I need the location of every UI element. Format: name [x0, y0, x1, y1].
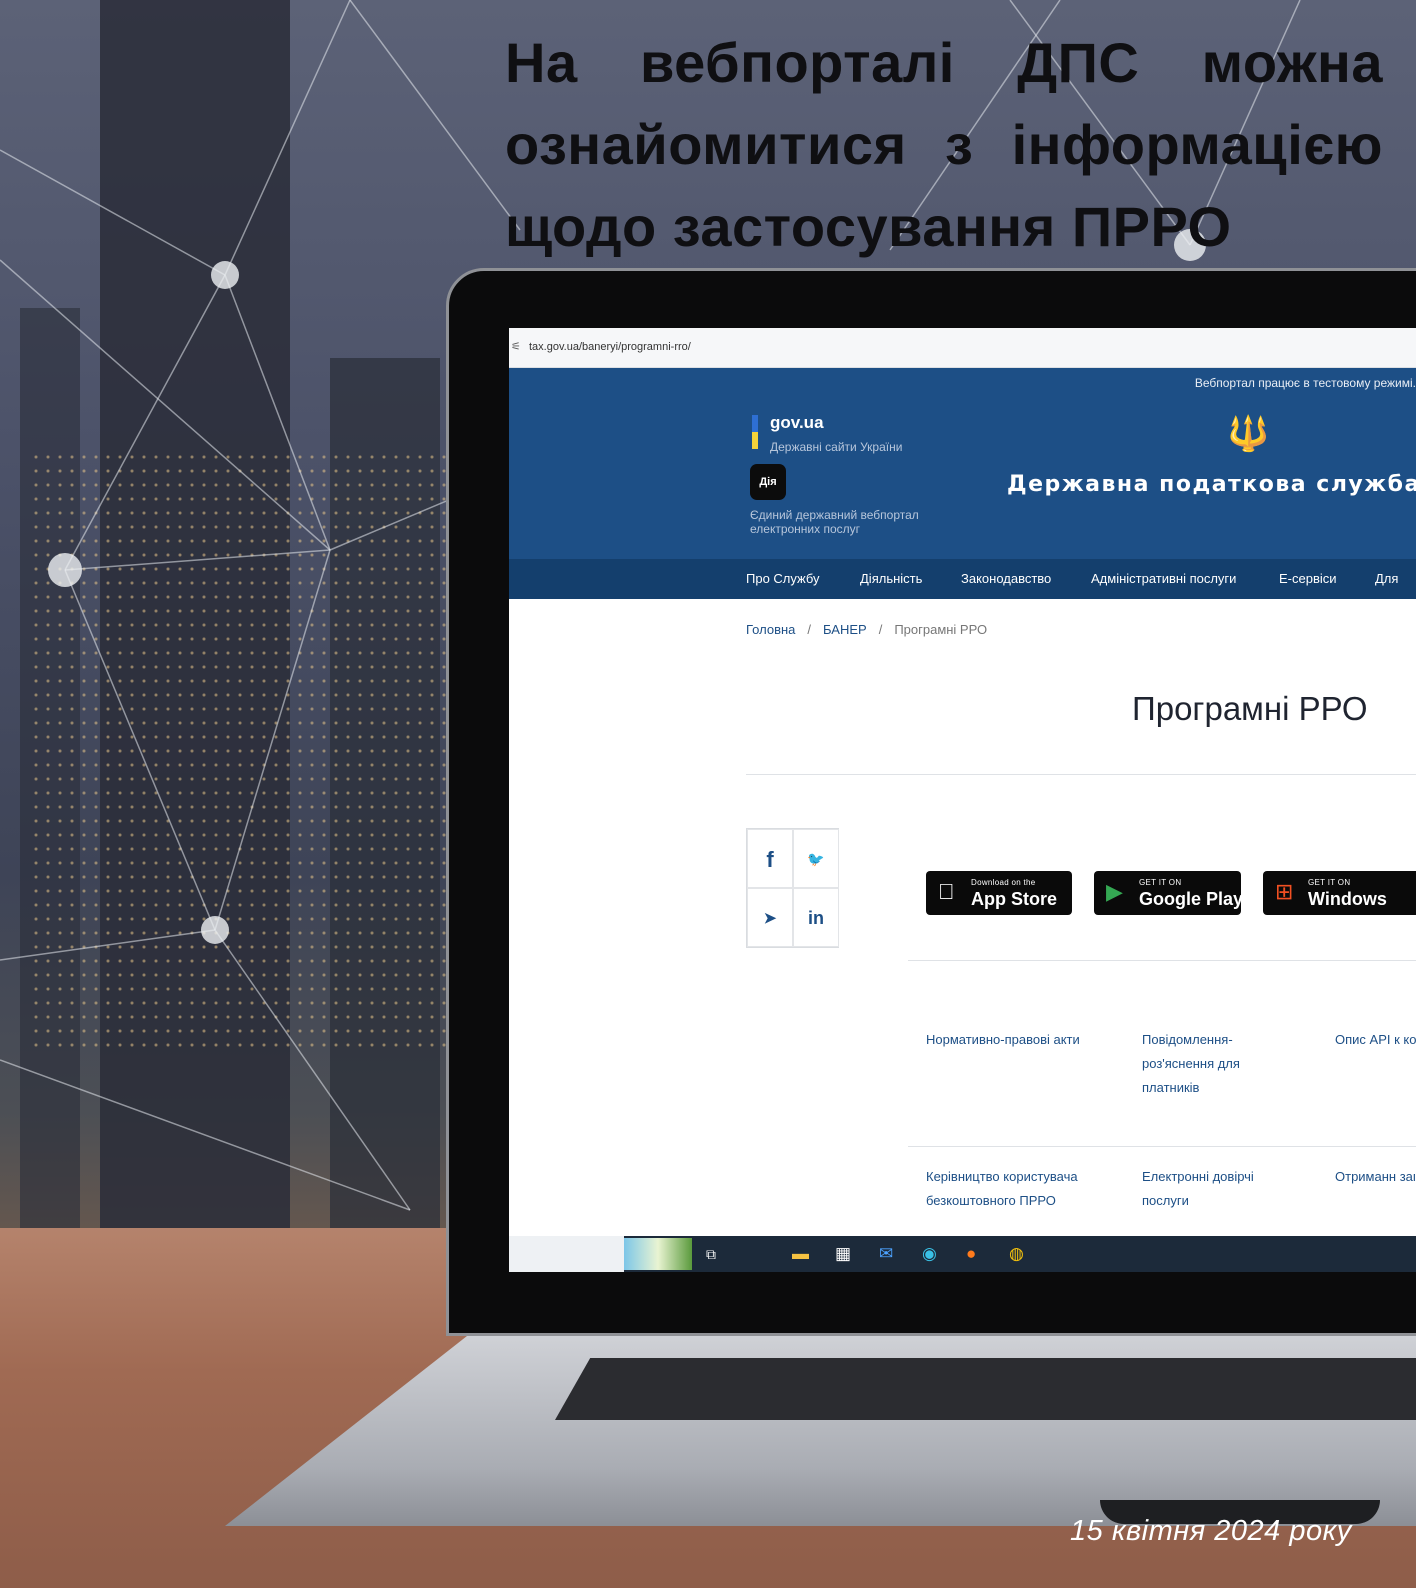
edge-icon[interactable]: ◉: [922, 1244, 937, 1264]
headline: На вебпорталі ДПС можна ознайомитися з і…: [505, 31, 1383, 258]
chrome-icon[interactable]: ◍: [1009, 1244, 1024, 1264]
telegram-icon[interactable]: ➤: [747, 888, 793, 947]
test-mode-notice: Вебпортал працює в тестовому режимі.: [1194, 376, 1416, 390]
apple-icon: : [938, 879, 955, 905]
breadcrumb-baner[interactable]: БАНЕР: [823, 622, 867, 637]
diia-caption: Єдиний державний вебпортал електронних п…: [750, 508, 919, 536]
facebook-icon[interactable]: f: [747, 829, 793, 888]
ukraine-flag-icon: [752, 415, 758, 449]
google-play-button[interactable]: ▶ GET IT ON Google Play: [1094, 871, 1243, 915]
link-trust-services[interactable]: Електронні довірчі послуги: [1142, 1165, 1282, 1213]
task-view-icon[interactable]: ⧉: [706, 1246, 716, 1263]
nav-about[interactable]: Про Службу: [746, 571, 820, 586]
nav-admin-services[interactable]: Адміністративні послуги: [1091, 571, 1236, 586]
windows-store-button[interactable]: ⊞ GET IT ON Windows: [1263, 871, 1416, 915]
breadcrumb-current: Програмні РРО: [894, 622, 988, 637]
nav-activity[interactable]: Діяльність: [860, 571, 922, 586]
site-header: Вебпортал працює в тестовому режимі. gov…: [509, 368, 1416, 559]
site-settings-icon[interactable]: ⚟: [511, 340, 521, 353]
gov-ua-title: gov.ua: [770, 413, 824, 432]
divider: [746, 774, 1416, 775]
app-store-button[interactable]:  Download on the App Store: [926, 871, 1072, 915]
nav-legislation[interactable]: Законодавство: [961, 571, 1051, 586]
breadcrumb: Головна / БАНЕР / Програмні РРО: [746, 622, 988, 637]
twitter-icon[interactable]: 🐦: [793, 829, 839, 888]
diia-logo[interactable]: Дія: [750, 464, 786, 500]
linkedin-icon[interactable]: in: [793, 888, 839, 947]
link-notices[interactable]: Повідомлення-роз'яснення для платників: [1142, 1028, 1282, 1100]
page-title: Програмні РРО: [1132, 690, 1368, 727]
google-play-icon: ▶: [1106, 879, 1123, 904]
laptop-keyboard: [555, 1358, 1416, 1420]
divider: [908, 960, 1416, 961]
divider: [908, 1146, 1416, 1147]
windows-taskbar: ⧉ ▬ ▦ ✉ ◉ ● ◍: [509, 1236, 1416, 1272]
file-explorer-icon[interactable]: ▬: [792, 1244, 809, 1264]
store-icon[interactable]: ▦: [835, 1244, 851, 1264]
main-nav: Про Службу Діяльність Законодавство Адмі…: [509, 559, 1416, 599]
windows-icon: ⊞: [1275, 879, 1294, 904]
share-buttons: f 🐦 ➤ in: [746, 828, 839, 948]
firefox-icon[interactable]: ●: [966, 1244, 976, 1264]
address-bar[interactable]: ⚟ tax.gov.ua/baneryi/programni-rro/: [509, 328, 1416, 368]
nav-e-services[interactable]: Е-сервіси: [1279, 571, 1337, 586]
laptop-screen: ⚟ tax.gov.ua/baneryi/programni-rro/ Вебп…: [509, 328, 1416, 1272]
mail-icon[interactable]: ✉: [879, 1244, 893, 1264]
gov-ua-subtitle: Державні сайти України: [770, 440, 903, 454]
address-bar-url: tax.gov.ua/baneryi/programni-rro/: [529, 341, 691, 353]
link-normative-acts[interactable]: Нормативно-правові акти: [926, 1028, 1116, 1052]
nav-for[interactable]: Для: [1375, 571, 1398, 586]
service-name: Державна податкова служба Ук: [1007, 472, 1416, 497]
breadcrumb-home[interactable]: Головна: [746, 622, 795, 637]
link-user-guide[interactable]: Керівництво користувача безкоштовного ПР…: [926, 1165, 1116, 1213]
link-receiving[interactable]: Отриманн запитання: [1335, 1165, 1415, 1189]
link-api-description[interactable]: Опис API к контролю: [1335, 1028, 1416, 1052]
desktop-thumbnail[interactable]: [624, 1238, 692, 1270]
trident-icon: 🔱: [1227, 415, 1270, 453]
publish-date: 15 квітня 2024 року: [1070, 1515, 1352, 1547]
